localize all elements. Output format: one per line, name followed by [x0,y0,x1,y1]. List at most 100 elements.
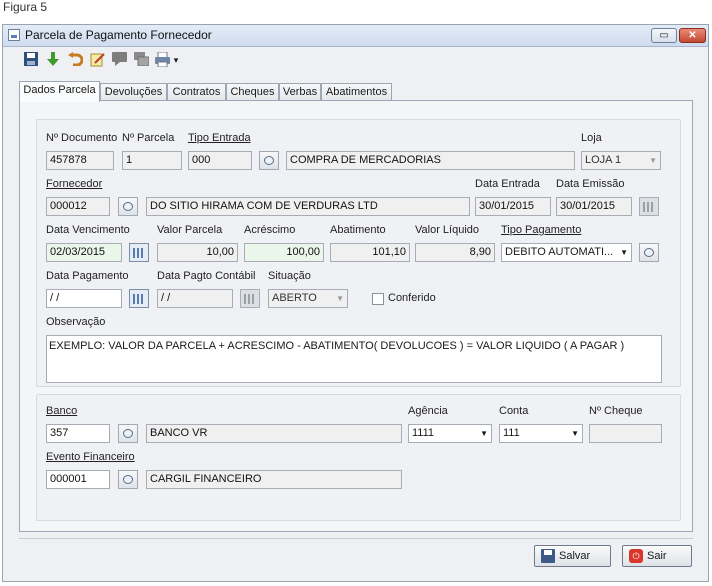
salvar-button[interactable]: Salvar [534,545,611,567]
loja-select[interactable]: LOJA 1 ▼ [581,151,661,170]
save-icon [541,549,555,563]
conferido-label: Conferido [388,292,436,304]
fornecedor-code-field[interactable]: 000012 [46,197,110,216]
window: Parcela de Pagamento Fornecedor ▭ ✕ ▾ Da… [2,24,709,582]
loja-select-value: LOJA 1 [585,154,622,166]
window-title: Parcela de Pagamento Fornecedor [25,28,212,42]
restore-button[interactable]: ▭ [651,28,677,43]
parcela-group: Nº Documento Nº Parcela Tipo Entrada Loj… [36,119,681,387]
num-documento-label: Nº Documento [46,132,118,144]
down-arrow-icon[interactable] [45,52,61,68]
banco-label: Banco [46,405,78,417]
tab-verbas[interactable]: Verbas [279,83,321,101]
valor-liquido-field: 8,90 [415,243,495,262]
tab-panel-dados-parcela: Nº Documento Nº Parcela Tipo Entrada Loj… [19,100,693,532]
data-vencimento-field[interactable]: 02/03/2015 [46,243,122,262]
loja-label: Loja [581,132,602,144]
valor-liquido-label: Valor Líquido [415,224,480,236]
tab-dados-parcela[interactable]: Dados Parcela [19,81,100,102]
data-pagamento-label: Data Pagamento [46,270,129,282]
chevron-down-icon: ▼ [620,248,628,257]
situacao-label: Situação [268,270,311,282]
close-button[interactable]: ✕ [679,28,706,43]
agencia-label: Agência [408,405,448,417]
chevron-down-icon: ▼ [571,429,579,438]
tipo-pagamento-lookup-icon[interactable] [639,243,659,262]
evento-financeiro-label: Evento Financeiro [46,451,135,463]
data-vencimento-calendar-icon[interactable] [129,243,149,262]
data-pagto-contabil-field[interactable]: / / [157,289,233,308]
comment-icon[interactable] [111,52,127,68]
tab-devolucoes[interactable]: Devoluções [100,83,167,101]
print-dropdown-icon[interactable]: ▾ [171,52,181,68]
window-icon [8,29,20,41]
data-pagamento-calendar-icon[interactable] [129,289,149,308]
sair-button[interactable]: ⏻ Sair [622,545,692,567]
tipo-pagamento-value: DEBITO AUTOMATI... [505,246,614,258]
num-parcela-field[interactable]: 1 [122,151,182,170]
agencia-select[interactable]: 1111 ▼ [408,424,492,443]
tab-cheques[interactable]: Cheques [226,83,279,101]
conta-label: Conta [499,405,529,417]
abatimento-field: 101,10 [330,243,410,262]
tab-contratos[interactable]: Contratos [167,83,226,101]
data-emissao-calendar-icon[interactable] [639,197,659,216]
data-vencimento-label: Data Vencimento [46,224,130,236]
data-pagamento-field[interactable]: / / [46,289,122,308]
data-emissao-label: Data Emissão [556,178,625,190]
figure-caption: Figura 5 [3,0,48,14]
banco-code-field[interactable]: 357 [46,424,110,443]
banco-name-field: BANCO VR [146,424,402,443]
data-emissao-field[interactable]: 30/01/2015 [556,197,632,216]
conferido-checkbox[interactable] [372,293,384,305]
layers-icon[interactable] [133,52,149,68]
footer-divider [19,538,693,541]
chevron-down-icon: ▼ [336,294,344,303]
title-bar: Parcela de Pagamento Fornecedor ▭ ✕ [3,25,708,47]
data-entrada-label: Data Entrada [475,178,540,190]
edit-note-icon[interactable] [89,52,105,68]
num-documento-field[interactable]: 457878 [46,151,114,170]
acrescimo-label: Acréscimo [244,224,296,236]
situacao-select[interactable]: ABERTO ▼ [268,289,348,308]
tipo-entrada-desc-field: COMPRA DE MERCADORIAS [286,151,575,170]
situacao-value: ABERTO [272,292,317,304]
acrescimo-field[interactable]: 100,00 [244,243,324,262]
valor-parcela-field[interactable]: 10,00 [157,243,238,262]
banco-group: Banco Agência Conta Nº Cheque 357 BANCO … [36,394,681,521]
data-pagto-contabil-label: Data Pagto Contábil [157,270,256,282]
exit-icon: ⏻ [629,549,643,563]
valor-parcela-label: Valor Parcela [157,224,223,236]
sair-label: Sair [647,550,667,562]
num-cheque-label: Nº Cheque [589,405,643,417]
chevron-down-icon: ▼ [649,156,657,165]
tipo-pagamento-label: Tipo Pagamento [501,224,582,236]
fornecedor-name-field: DO SITIO HIRAMA COM DE VERDURAS LTD [146,197,470,216]
evento-lookup-icon[interactable] [118,470,138,489]
conta-value: 111 [503,427,520,439]
tab-abatimentos[interactable]: Abatimentos [321,83,392,101]
tipo-pagamento-select[interactable]: DEBITO AUTOMATI... ▼ [501,243,632,262]
salvar-label: Salvar [559,550,591,562]
observacao-textarea[interactable]: EXEMPLO: VALOR DA PARCELA + ACRESCIMO - … [46,335,662,383]
tipo-entrada-label: Tipo Entrada [188,132,251,144]
abatimento-label: Abatimento [330,224,386,236]
save-icon[interactable] [23,52,39,68]
conta-select[interactable]: 111 ▼ [499,424,583,443]
evento-name-field: CARGIL FINANCEIRO [146,470,402,489]
data-pagto-contabil-calendar-icon[interactable] [240,289,260,308]
agencia-value: 1111 [412,427,435,439]
observacao-label: Observação [46,316,106,328]
num-cheque-field[interactable] [589,424,662,443]
undo-icon[interactable] [67,52,83,68]
print-icon[interactable] [155,51,171,68]
num-parcela-label: Nº Parcela [122,132,175,144]
tipo-entrada-code-field[interactable]: 000 [188,151,252,170]
banco-lookup-icon[interactable] [118,424,138,443]
chevron-down-icon: ▼ [480,429,488,438]
data-entrada-field[interactable]: 30/01/2015 [475,197,551,216]
fornecedor-label: Fornecedor [46,178,103,190]
tipo-entrada-lookup-icon[interactable] [259,151,279,170]
evento-code-field[interactable]: 000001 [46,470,110,489]
fornecedor-lookup-icon[interactable] [118,197,138,216]
